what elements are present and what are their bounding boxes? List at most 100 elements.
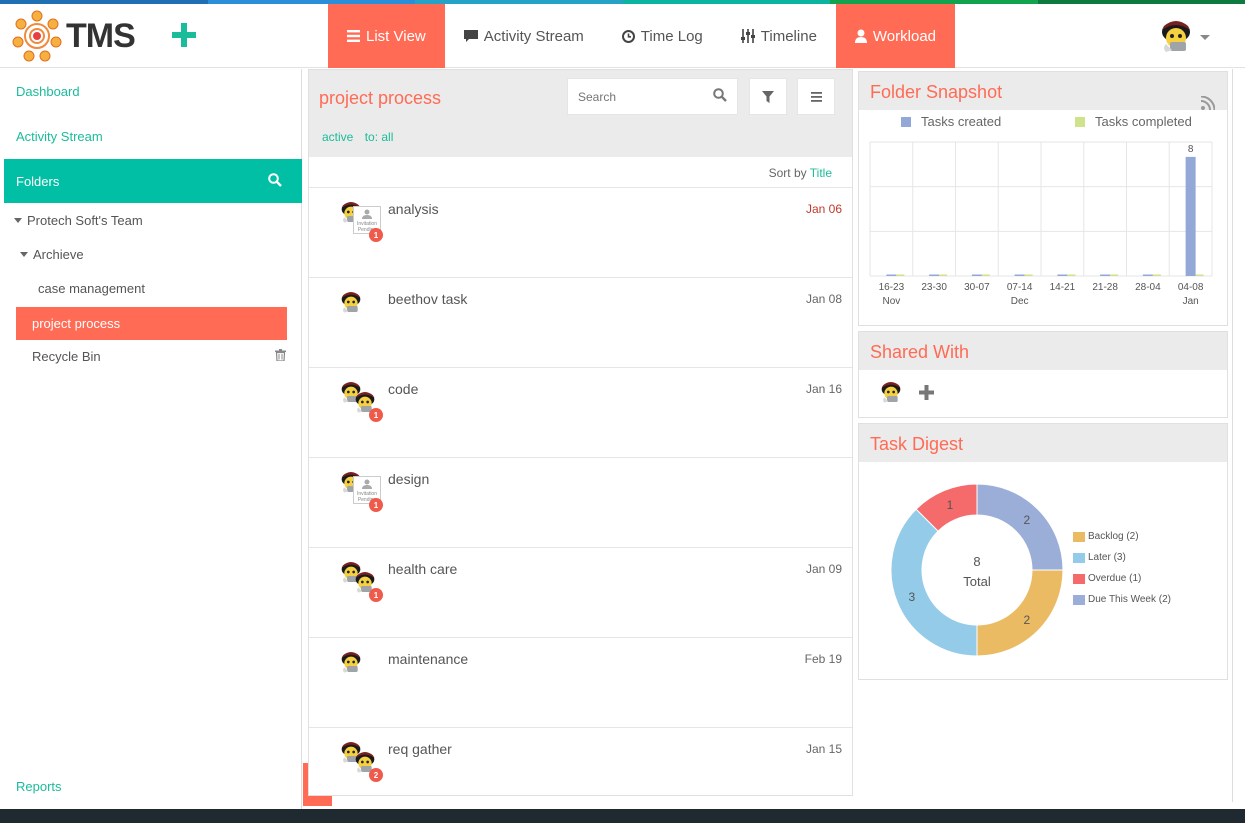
task-row[interactable]: Invitation Pending 1 design [309,458,852,548]
donut-center-label: Total [963,574,991,589]
tab-timeline[interactable]: Timeline [722,4,836,68]
task-row[interactable]: Invitation Pending 1 analysis Jan 06 [309,188,852,278]
search-icon[interactable] [268,172,282,190]
task-title[interactable]: health care [388,561,457,577]
filter-active-link[interactable]: active [322,130,353,144]
user-icon [854,29,867,43]
sidebar-item-reports[interactable]: Reports [16,779,62,794]
filter-icon [762,90,774,103]
bar-tasks-created [1142,274,1153,276]
legend-item[interactable]: Backlog (2) [1073,526,1171,547]
sidebar-item-activity-stream[interactable]: Activity Stream [16,129,103,144]
bar-tasks-completed [1067,274,1076,276]
logo-emblem-icon [12,10,62,62]
filter-button[interactable] [749,78,787,115]
tree-item-case-management[interactable]: case management [38,281,145,296]
panel-title: Shared With [870,342,970,362]
x-tick-sublabel: Jan [1183,296,1199,307]
bar-tasks-completed [1195,274,1204,276]
legend-item[interactable]: Overdue (1) [1073,568,1171,589]
user-menu[interactable] [1158,18,1210,57]
task-title[interactable]: req gather [388,741,452,757]
rss-icon[interactable] [1200,84,1216,124]
task-title[interactable]: code [388,381,418,397]
app-header: TMS List View Activity Stream Time Log T… [0,4,1245,68]
task-title[interactable]: design [388,471,429,487]
sort-label: Sort by [768,166,807,180]
x-tick-label: 30-07 [964,282,990,293]
app-logo[interactable]: TMS [12,10,136,62]
shared-with-panel: Shared With [858,331,1228,418]
task-list-header: project process active to: all [309,70,852,157]
filter-to-link[interactable]: to: all [365,130,394,144]
tree-item-label: Protech Soft's Team [27,213,143,228]
legend-item[interactable]: Due This Week (2) [1073,589,1171,610]
comment-icon [463,30,478,42]
sliders-icon [740,29,755,43]
search-input[interactable] [578,89,698,104]
tab-time-log[interactable]: Time Log [603,4,722,68]
tree-item-project-process[interactable]: project process [16,307,287,340]
task-assignees: Invitation Pending 1 [339,200,383,244]
donut-slice-due-this-week[interactable] [976,483,1064,571]
bar-tasks-completed [1024,274,1033,276]
task-title[interactable]: analysis [388,201,439,217]
menu-button[interactable] [797,78,835,115]
comment-count-badge: 2 [369,768,383,782]
donut-center-value: 8 [973,554,980,569]
comment-count-badge: 1 [369,498,383,512]
plus-icon [172,23,196,47]
legend-item[interactable]: Later (3) [1073,547,1171,568]
shared-user-avatar[interactable] [879,380,903,407]
x-tick-sublabel: Dec [1011,296,1029,307]
tab-list-view[interactable]: List View [328,4,445,68]
legend-swatch [1075,116,1085,127]
tab-activity-stream[interactable]: Activity Stream [445,4,603,68]
donut-slice-label: 1 [947,498,954,512]
task-title[interactable]: beethov task [388,291,467,307]
x-tick-label: 14-21 [1050,282,1076,293]
legend-label: Due This Week (2) [1088,594,1171,605]
comment-count-badge: 1 [369,588,383,602]
add-new-button[interactable] [172,18,196,54]
bar-tasks-completed [1152,274,1161,276]
avatar [339,650,363,677]
task-due-date: Jan 09 [805,562,842,576]
task-due-date: Jan 16 [805,382,842,396]
trash-icon[interactable] [275,349,286,364]
legend-label: Tasks completed [1095,114,1192,129]
sidebar-item-dashboard[interactable]: Dashboard [16,84,80,99]
caret-down-icon [20,252,28,257]
task-digest-donut-chart: 2 2 3 1 8 Total [890,483,1064,657]
tab-label: Time Log [640,27,703,45]
x-tick-label: 21-28 [1092,282,1118,293]
bar-tasks-created [1185,156,1196,276]
comment-count-badge: 1 [369,228,383,242]
legend-swatch [901,116,911,127]
donut-slice-label: 2 [1024,513,1031,527]
bottom-bar [0,809,1245,823]
add-share-button[interactable] [919,385,934,403]
tab-workload[interactable]: Workload [835,4,956,68]
tree-item-recycle-bin[interactable]: Recycle Bin [32,349,286,364]
legend-label: Tasks created [921,114,1002,129]
task-assignees: 1 [339,380,383,424]
legend-swatch [1073,573,1085,584]
task-row[interactable]: 1 code Jan 16 [309,368,852,458]
tree-item-archive[interactable]: Archieve [20,247,84,262]
tab-label: Workload [872,27,937,45]
tree-item-label: case management [38,281,145,296]
task-assignees: 2 [339,740,383,784]
task-row[interactable]: maintenance Feb 19 [309,638,852,728]
task-row[interactable]: beethov task Jan 08 [309,278,852,368]
search-icon[interactable] [713,88,727,105]
legend-swatch [1073,552,1085,563]
tree-item-team[interactable]: Protech Soft's Team [14,213,143,228]
sort-by-dropdown[interactable]: Title [810,166,832,180]
task-row[interactable]: 1 health care Jan 09 [309,548,852,638]
task-row[interactable]: 2 req gather Jan 15 [309,728,852,818]
comment-count-badge: 1 [369,408,383,422]
bar-tasks-completed [939,274,948,276]
person-icon [362,209,372,219]
task-title[interactable]: maintenance [388,651,468,667]
